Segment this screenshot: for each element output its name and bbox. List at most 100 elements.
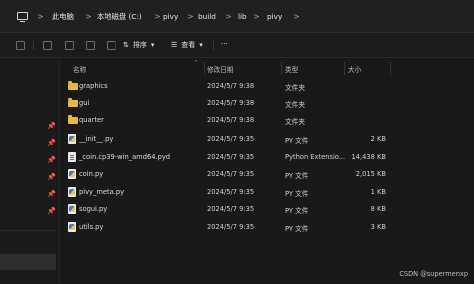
navigation-pane: 📌 📌 📌 📌 📌 📌 bbox=[0, 59, 60, 284]
address-bar[interactable]: > 此电脑 > 本地磁盘 (C:) > pivy > build > lib >… bbox=[0, 0, 474, 33]
nav-divider bbox=[0, 230, 56, 231]
breadcrumb-local-disk[interactable]: 本地磁盘 (C:) bbox=[97, 12, 142, 22]
file-type: PY 文件 bbox=[285, 225, 309, 233]
pin-icon[interactable]: 📌 bbox=[47, 140, 56, 147]
view-button[interactable]: ☰ 查看 ▾ bbox=[171, 40, 203, 50]
column-size[interactable]: 大小 bbox=[348, 64, 361, 74]
chevron-down-icon: ▾ bbox=[199, 41, 203, 49]
pin-icon[interactable]: 📌 bbox=[47, 174, 56, 181]
file-type: PY 文件 bbox=[285, 172, 309, 180]
nav-item-selected[interactable] bbox=[0, 254, 56, 270]
list-item[interactable]: graphics 2024/5/7 9:38 文件夹 bbox=[60, 78, 390, 95]
file-size: 2,015 KB bbox=[355, 170, 386, 178]
file-modified: 2024/5/7 9:38 bbox=[207, 82, 255, 90]
file-size: 2 KB bbox=[370, 135, 386, 143]
chevron-right-icon: > bbox=[187, 12, 194, 21]
sort-icon: ⇅ bbox=[123, 41, 129, 49]
copy-icon[interactable] bbox=[65, 41, 74, 50]
pin-icon[interactable]: 📌 bbox=[47, 157, 56, 164]
list-item[interactable]: pivy_meta.py 2024/5/7 9:35 PY 文件 1 KB bbox=[60, 184, 390, 201]
column-divider[interactable] bbox=[390, 62, 391, 75]
chevron-right-icon: > bbox=[293, 12, 300, 21]
file-name: graphics bbox=[79, 82, 108, 90]
file-size: 3 KB bbox=[370, 223, 386, 231]
toolbar-divider bbox=[115, 41, 116, 50]
file-modified: 2024/5/7 9:35 bbox=[207, 135, 255, 143]
file-type: 文件夹 bbox=[285, 118, 306, 126]
sort-label: 排序 bbox=[132, 41, 147, 49]
sort-button[interactable]: ⇅ 排序 ▾ bbox=[123, 40, 154, 50]
file-modified: 2024/5/7 9:35 bbox=[207, 153, 255, 161]
list-item[interactable]: coin.py 2024/5/7 9:35 PY 文件 2,015 KB bbox=[60, 166, 390, 183]
sort-ascending-icon: ^ bbox=[194, 60, 199, 66]
column-divider[interactable] bbox=[344, 62, 345, 75]
file-type: 文件夹 bbox=[285, 84, 306, 92]
python-file-icon bbox=[68, 187, 76, 197]
file-modified: 2024/5/7 9:38 bbox=[207, 116, 255, 124]
folder-icon bbox=[68, 98, 78, 107]
breadcrumb-pivy[interactable]: pivy bbox=[163, 12, 178, 21]
file-name: _coin.cp39-win_amd64.pyd bbox=[79, 153, 171, 161]
toolbar-divider bbox=[213, 41, 214, 50]
file-modified: 2024/5/7 9:38 bbox=[207, 99, 255, 107]
list-item[interactable]: gui 2024/5/7 9:38 文件夹 bbox=[60, 95, 390, 112]
file-name: sogui.py bbox=[79, 205, 108, 213]
breadcrumb-build[interactable]: build bbox=[198, 12, 216, 21]
column-modified[interactable]: 修改日期 bbox=[207, 64, 233, 74]
list-item[interactable]: utils.py 2024/5/7 9:35 PY 文件 3 KB bbox=[60, 219, 390, 236]
column-type[interactable]: 类型 bbox=[285, 64, 298, 74]
python-file-icon bbox=[68, 169, 76, 179]
file-name: quarter bbox=[79, 116, 104, 124]
file-name: pivy_meta.py bbox=[79, 188, 125, 196]
watermark: CSDN @supermenxp bbox=[399, 270, 468, 278]
file-type: 文件夹 bbox=[285, 101, 306, 109]
breadcrumb-pivy-current[interactable]: pivy bbox=[267, 12, 282, 21]
file-name: gui bbox=[79, 99, 90, 107]
breadcrumb-lib[interactable]: lib bbox=[238, 12, 247, 21]
column-header: ^ 名称 修改日期 类型 大小 bbox=[60, 59, 474, 77]
list-item[interactable]: __init__.py 2024/5/7 9:35 PY 文件 2 KB bbox=[60, 131, 390, 148]
column-divider[interactable] bbox=[204, 62, 205, 75]
file-modified: 2024/5/7 9:35 bbox=[207, 170, 255, 178]
breadcrumb-this-pc[interactable]: 此电脑 bbox=[52, 12, 74, 22]
file-modified: 2024/5/7 9:35 bbox=[207, 223, 255, 231]
pin-icon[interactable]: 📌 bbox=[47, 191, 56, 198]
chevron-right-icon: > bbox=[37, 12, 44, 21]
column-divider[interactable] bbox=[281, 62, 282, 75]
list-item[interactable]: _coin.cp39-win_amd64.pyd 2024/5/7 9:35 P… bbox=[60, 149, 390, 166]
file-name: utils.py bbox=[79, 223, 104, 231]
new-item-icon[interactable] bbox=[16, 41, 25, 50]
pin-icon[interactable]: 📌 bbox=[47, 123, 56, 130]
command-bar: ⇅ 排序 ▾ ☰ 查看 ▾ ··· bbox=[0, 33, 474, 58]
folder-icon bbox=[68, 115, 78, 124]
more-icon: ··· bbox=[221, 40, 228, 48]
file-type: PY 文件 bbox=[285, 190, 309, 198]
chevron-down-icon: ▾ bbox=[150, 41, 155, 49]
python-file-icon bbox=[68, 204, 76, 214]
list-item[interactable]: sogui.py 2024/5/7 9:35 PY 文件 8 KB bbox=[60, 201, 390, 218]
file-modified: 2024/5/7 9:35 bbox=[207, 205, 255, 213]
chevron-right-icon: > bbox=[154, 12, 161, 21]
file-size: 1 KB bbox=[370, 188, 386, 196]
python-file-icon bbox=[68, 134, 76, 144]
cut-icon[interactable] bbox=[43, 41, 52, 50]
chevron-right-icon: > bbox=[225, 12, 232, 21]
python-file-icon bbox=[68, 222, 76, 232]
file-size: 14,438 KB bbox=[351, 153, 387, 161]
more-options-button[interactable]: ··· bbox=[221, 40, 228, 48]
chevron-right-icon: > bbox=[253, 12, 260, 21]
file-modified: 2024/5/7 9:35 bbox=[207, 188, 255, 196]
this-pc-icon[interactable] bbox=[17, 12, 28, 23]
file-name: coin.py bbox=[79, 170, 104, 178]
view-label: 查看 bbox=[181, 41, 196, 49]
list-item[interactable]: quarter 2024/5/7 9:38 文件夹 bbox=[60, 112, 390, 129]
toolbar-divider bbox=[33, 41, 34, 50]
file-type: PY 文件 bbox=[285, 207, 309, 215]
paste-icon[interactable] bbox=[86, 41, 95, 50]
file-name: __init__.py bbox=[79, 135, 114, 143]
view-list-icon: ☰ bbox=[171, 41, 178, 49]
pyd-file-icon bbox=[68, 152, 76, 162]
pin-icon[interactable]: 📌 bbox=[47, 208, 56, 215]
file-size: 8 KB bbox=[370, 205, 386, 213]
column-name[interactable]: 名称 bbox=[73, 64, 86, 74]
